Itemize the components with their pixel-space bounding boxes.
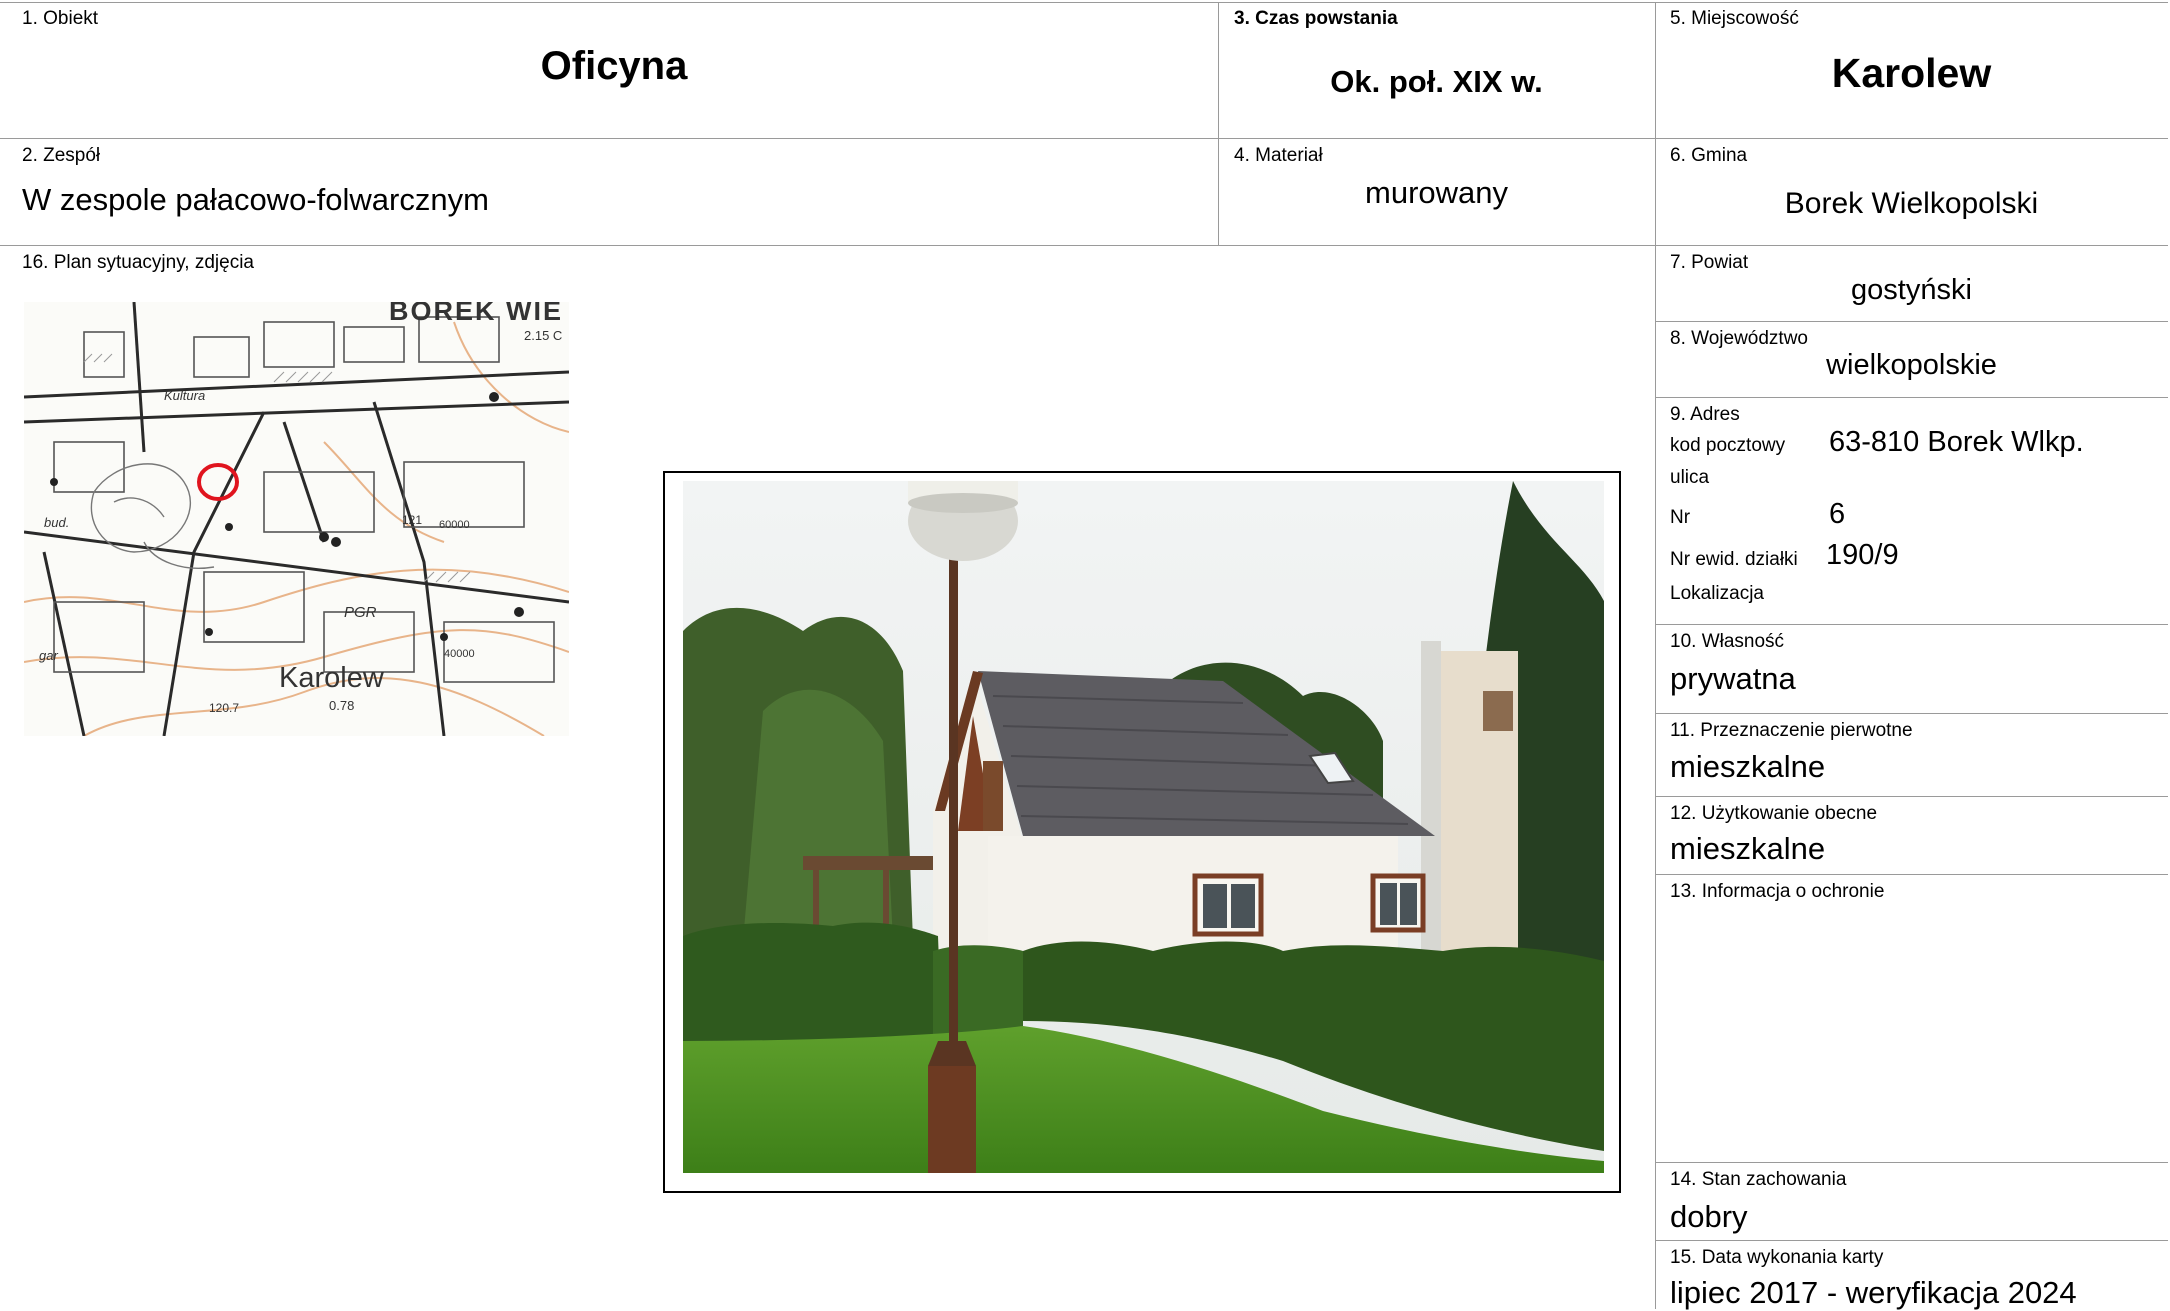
uzytkowanie-label: 12. Użytkowanie obecne (1670, 803, 1878, 824)
powiat-label: 7. Powiat (1670, 252, 1749, 273)
situation-map: BOREK WIE Karolew Kultura bud. PGR gar 2… (24, 302, 569, 736)
przeznaczenie-value: mieszkalne (1670, 749, 1826, 784)
gmina-label: 6. Gmina (1670, 145, 1748, 166)
nr-label: Nr (1670, 507, 1691, 528)
svg-text:bud.: bud. (44, 515, 69, 530)
building-photo (683, 481, 1604, 1173)
svg-text:Kultura: Kultura (164, 388, 205, 403)
svg-text:gar: gar (39, 648, 58, 663)
ulica-label: ulica (1670, 467, 1710, 488)
dzialka-label: Nr ewid. działki (1670, 549, 1798, 570)
miejscowosc-label: 5. Miejscowość (1670, 8, 1799, 29)
svg-text:0.78: 0.78 (329, 698, 354, 713)
data-label: 15. Data wykonania karty (1670, 1247, 1884, 1268)
svg-text:120.7: 120.7 (209, 701, 239, 715)
zespol-value: W zespole pałacowo-folwarcznym (22, 182, 489, 217)
czas-value: Ok. poł. XIX w. (1330, 64, 1543, 99)
obiekt-label: 1. Obiekt (22, 8, 99, 29)
wlasnosc-value: prywatna (1670, 661, 1796, 696)
czas-label: 3. Czas powstania (1234, 8, 1398, 29)
wojewodztwo-value: wielkopolskie (1826, 349, 1997, 381)
lokalizacja-label: Lokalizacja (1670, 583, 1764, 604)
stan-value: dobry (1670, 1199, 1748, 1234)
miejscowosc-value: Karolew (1831, 50, 1992, 96)
kod-label: kod pocztowy (1670, 435, 1786, 456)
data-value: lipiec 2017 - weryfikacja 2024 (1670, 1275, 2077, 1310)
kod-value: 63-810 Borek Wlkp. (1829, 426, 2084, 458)
gmina-value: Borek Wielkopolski (1784, 187, 2039, 220)
adres-label: 9. Adres (1670, 404, 1740, 425)
plan-label: 16. Plan sytuacyjny, zdjęcia (22, 252, 254, 273)
obiekt-value: Oficyna (540, 44, 688, 88)
nr-value: 6 (1829, 498, 1846, 530)
svg-text:121: 121 (402, 513, 422, 527)
wlasnosc-label: 10. Własność (1670, 631, 1785, 652)
svg-text:2.15 C: 2.15 C (524, 328, 562, 343)
material-value: murowany (1365, 175, 1508, 210)
stan-label: 14. Stan zachowania (1670, 1169, 1847, 1190)
map-village-label: Karolew (279, 662, 385, 694)
zespol-label: 2. Zespół (22, 145, 101, 166)
przeznaczenie-label: 11. Przeznaczenie pierwotne (1670, 720, 1913, 741)
svg-text:PGR: PGR (344, 604, 377, 621)
uzytkowanie-value: mieszkalne (1670, 831, 1826, 866)
map-town-label: BOREK WIE (389, 302, 563, 326)
wojewodztwo-label: 8. Województwo (1670, 328, 1808, 349)
dzialka-value: 190/9 (1826, 539, 1899, 571)
powiat-value: gostyński (1851, 274, 1972, 306)
svg-text:60000: 60000 (439, 519, 470, 531)
material-label: 4. Materiał (1234, 145, 1323, 166)
svg-text:40000: 40000 (444, 648, 475, 660)
ochrona-label: 13. Informacja o ochronie (1670, 881, 1885, 902)
